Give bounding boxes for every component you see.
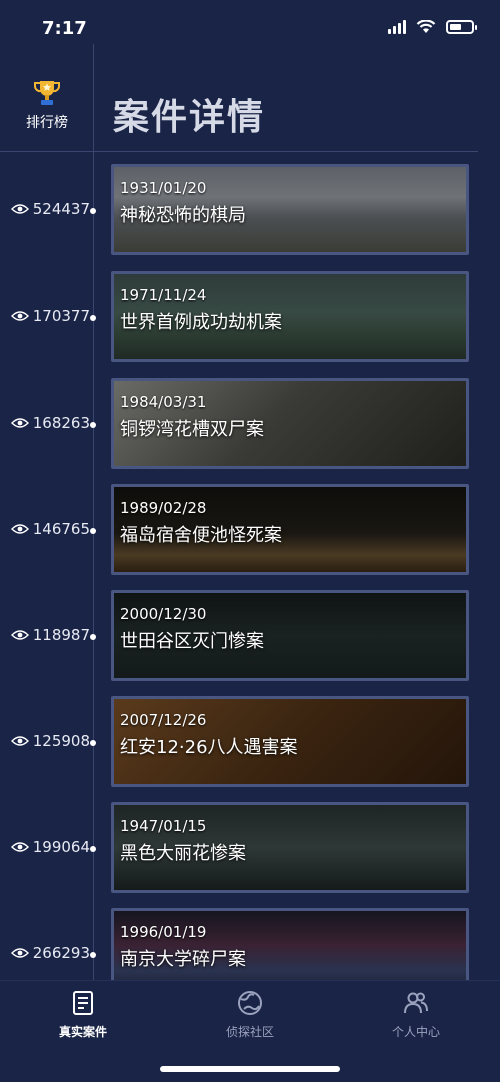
case-title: 福岛宿舍便池怪死案 [120,525,282,546]
case-title: 世田谷区灭门惨案 [120,631,264,652]
document-icon [73,991,93,1015]
timeline-dot [90,528,96,534]
timeline-dot [90,208,96,214]
case-card[interactable]: 1931/01/20 神秘恐怖的棋局 [111,164,469,255]
tab-label: 个人中心 [391,1025,440,1039]
view-count: 125908 [32,732,90,750]
eye-icon [10,948,29,958]
case-row: 266293 1996/01/19 南京大学碎尸案 [0,908,500,980]
case-card[interactable]: 1996/01/19 南京大学碎尸案 [111,908,469,980]
case-date: 1989/02/28 [120,499,207,517]
eye-icon [10,418,29,428]
people-icon [404,992,428,1014]
view-count-group: 199064 [6,838,90,856]
view-count: 146765 [32,520,90,538]
view-count-group: 118987 [6,626,90,644]
case-list[interactable]: 524437 1931/01/20 神秘恐怖的棋局 170377 1971/11… [0,164,500,980]
status-time: 7:17 [42,18,87,39]
eye-icon [10,311,29,321]
view-count: 168263 [32,414,90,432]
view-count-group: 146765 [6,520,90,538]
timeline-dot [90,634,96,640]
wifi-icon [416,20,436,33]
tab-profile[interactable]: 个人中心 [356,989,476,1040]
case-date: 1971/11/24 [120,286,207,304]
leaderboard-label: 排行榜 [26,115,68,131]
timeline-dot [90,740,96,746]
status-icons [388,20,477,34]
case-title: 红安12·26八人遇害案 [120,737,298,758]
case-row: 168263 1984/03/31 铜锣湾花槽双尸案 [0,378,500,470]
leaderboard-button[interactable]: 排行榜 [10,78,84,138]
view-count: 266293 [32,944,90,962]
view-count-group: 524437 [6,200,90,218]
case-date: 1984/03/31 [120,393,207,411]
timeline-dot [90,952,96,958]
case-row: 199064 1947/01/15 黑色大丽花惨案 [0,802,500,894]
view-count: 524437 [32,200,90,218]
view-count-group: 266293 [6,944,90,962]
case-date: 1931/01/20 [120,179,207,197]
tab-real-cases[interactable]: 真实案件 [23,989,143,1040]
view-count-group: 170377 [6,307,90,325]
tab-label: 侦探社区 [225,1025,274,1039]
tab-label: 真实案件 [58,1025,107,1039]
case-row: 125908 2007/12/26 红安12·26八人遇害案 [0,696,500,788]
case-date: 1947/01/15 [120,817,207,835]
case-title: 铜锣湾花槽双尸案 [120,419,264,440]
eye-icon [10,842,29,852]
case-title: 黑色大丽花惨案 [120,843,246,864]
case-card[interactable]: 2007/12/26 红安12·26八人遇害案 [111,696,469,787]
view-count: 199064 [32,838,90,856]
view-count: 170377 [32,307,90,325]
case-row: 524437 1931/01/20 神秘恐怖的棋局 [0,164,500,256]
cellular-signal-icon [388,20,406,34]
case-date: 2000/12/30 [120,605,207,623]
eye-icon [10,524,29,534]
page-title: 案件详情 [113,97,266,138]
globe-icon [238,991,262,1015]
eye-icon [10,204,29,214]
timeline-dot [90,422,96,428]
case-card[interactable]: 1947/01/15 黑色大丽花惨案 [111,802,469,893]
case-card[interactable]: 2000/12/30 世田谷区灭门惨案 [111,590,469,681]
case-card[interactable]: 1989/02/28 福岛宿舍便池怪死案 [111,484,469,575]
home-indicator [160,1066,340,1072]
case-row: 146765 1989/02/28 福岛宿舍便池怪死案 [0,484,500,576]
trophy-icon [34,81,60,105]
battery-icon [446,20,477,34]
case-title: 南京大学碎尸案 [120,949,246,970]
case-card[interactable]: 1984/03/31 铜锣湾花槽双尸案 [111,378,469,469]
case-row: 118987 2000/12/30 世田谷区灭门惨案 [0,590,500,682]
eye-icon [10,630,29,640]
view-count: 118987 [32,626,90,644]
view-count-group: 125908 [6,732,90,750]
status-bar: 7:17 [0,0,500,44]
case-date: 1996/01/19 [120,923,207,941]
timeline-dot [90,846,96,852]
timeline-dot [90,315,96,321]
view-count-group: 168263 [6,414,90,432]
tab-detective-community[interactable]: 侦探社区 [190,989,310,1040]
header-divider [0,151,478,152]
eye-icon [10,736,29,746]
case-row: 170377 1971/11/24 世界首例成功劫机案 [0,271,500,363]
case-card[interactable]: 1971/11/24 世界首例成功劫机案 [111,271,469,362]
case-title: 神秘恐怖的棋局 [120,205,246,226]
case-title: 世界首例成功劫机案 [120,312,282,333]
case-date: 2007/12/26 [120,711,207,729]
